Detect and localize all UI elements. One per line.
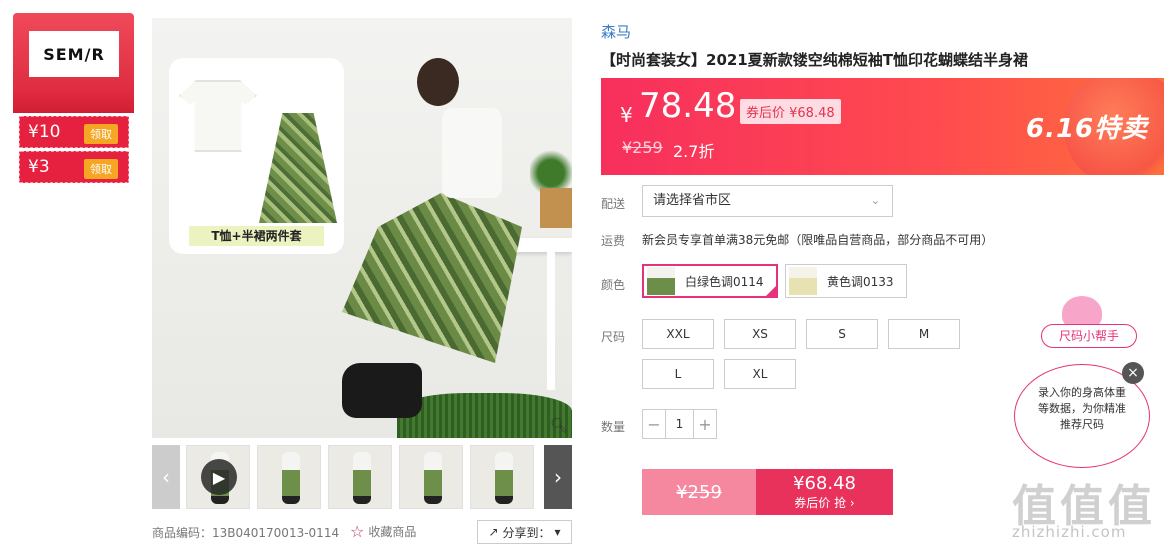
buy-original-price[interactable]: ¥259	[642, 469, 756, 515]
color-label: 颜色	[601, 278, 626, 292]
thumb-next-button[interactable]: ›	[544, 445, 572, 509]
close-icon[interactable]: ×	[1122, 362, 1144, 384]
thumbnail[interactable]	[399, 445, 463, 509]
store-card-fold	[13, 89, 134, 113]
quantity-label: 数量	[601, 420, 626, 434]
watermark-url: zhizhizhi.com	[1012, 523, 1127, 541]
size-option-m[interactable]: M	[888, 319, 960, 349]
product-title: 【时尚套装女】2021夏新款镂空纯棉短袖T恤印花蝴蝶结半身裙	[601, 51, 1028, 69]
color-option-white-green[interactable]: 白绿色调0114	[642, 264, 778, 298]
delivery-label: 配送	[601, 197, 626, 211]
promo-label: 6.16特卖	[1026, 114, 1149, 144]
price-box: ¥ 78.48 券后价 ¥68.48 ¥259 2.7折 6.16特卖	[601, 78, 1164, 175]
thumbnail[interactable]	[257, 445, 321, 509]
zoom-icon[interactable]: 🔍︎	[550, 418, 568, 434]
quantity-minus-button[interactable]: −	[643, 410, 665, 438]
coupon-claim-button[interactable]: 领取	[84, 159, 118, 179]
share-icon: ↗	[488, 525, 499, 539]
star-icon: ☆	[350, 522, 365, 541]
color-option-label: 白绿色调0114	[685, 274, 764, 289]
size-option-s[interactable]: S	[806, 319, 878, 349]
coupon-value: ¥10	[28, 122, 61, 142]
shipping-label: 运费	[601, 234, 626, 248]
region-select[interactable]: 请选择省市区 ⌄	[642, 185, 893, 217]
chevron-right-icon: ›	[554, 465, 562, 489]
coupon-10[interactable]: ¥10 领取	[19, 116, 129, 148]
discount-label: 2.7折	[673, 142, 715, 161]
color-option-yellow[interactable]: 黄色调0133	[785, 264, 907, 298]
size-option-xl[interactable]: XL	[724, 359, 796, 389]
shipping-text: 新会员专享首单满38元免邮（限唯品自营商品，部分商品不可用）	[642, 233, 994, 247]
share-label: 分享到：	[502, 525, 551, 540]
model-boots-image	[342, 363, 422, 418]
buy-coupon-action: 券后价 抢 ›	[794, 496, 855, 510]
play-icon[interactable]: ▶	[201, 459, 237, 495]
caret-down-icon: ▾	[554, 525, 561, 539]
chevron-left-icon: ‹	[162, 465, 170, 489]
quantity-input[interactable]: 1	[665, 410, 694, 438]
after-coupon-badge: 券后价 ¥68.48	[740, 99, 841, 124]
product-code: 商品编码：13B040170013-0114	[152, 526, 340, 540]
chevron-down-icon: ⌄	[870, 194, 880, 207]
thumb-prev-button[interactable]: ‹	[152, 445, 180, 509]
model-shirt-image	[442, 108, 502, 198]
currency-symbol: ¥	[620, 103, 633, 127]
quantity-stepper: − 1 +	[642, 409, 717, 439]
size-option-l[interactable]: L	[642, 359, 714, 389]
color-option-label: 黄色调0133	[827, 274, 894, 289]
buy-coupon-price: ¥68.48	[793, 473, 856, 494]
set-label: T恤+半裙两件套	[189, 226, 324, 246]
share-button[interactable]: ↗ 分享到： ▾	[477, 520, 572, 544]
table-leg-image	[547, 250, 555, 390]
thumbnail[interactable]	[328, 445, 392, 509]
region-select-value: 请选择省市区	[653, 193, 732, 208]
store-logo[interactable]: SEM/R	[29, 31, 119, 77]
main-product-image[interactable]: T恤+半裙两件套 🔍︎	[152, 18, 572, 438]
size-label: 尺码	[601, 330, 626, 344]
size-helper-tag[interactable]: 尺码小帮手	[1041, 324, 1137, 348]
plant-pot-image	[540, 188, 572, 228]
coupon-claim-button[interactable]: 领取	[84, 124, 118, 144]
skirt-image	[259, 113, 337, 223]
coupon-3[interactable]: ¥3 领取	[19, 151, 129, 183]
original-price: ¥259	[622, 138, 663, 157]
set-inset-card: T恤+半裙两件套	[169, 58, 344, 254]
model-head-image	[417, 58, 459, 106]
color-swatch	[789, 267, 817, 295]
tshirt-image	[179, 80, 257, 152]
grass-image	[397, 393, 572, 438]
coupon-value: ¥3	[28, 157, 50, 177]
color-swatch	[647, 267, 675, 295]
thumbnail[interactable]	[470, 445, 534, 509]
selected-check-icon	[763, 284, 778, 298]
favorite-label: 收藏商品	[368, 525, 417, 539]
current-price: 78.48	[639, 86, 737, 126]
model-skirt-image	[342, 193, 522, 363]
quantity-plus-button[interactable]: +	[694, 410, 716, 438]
buy-with-coupon-button[interactable]: ¥68.48 券后价 抢 ›	[756, 469, 893, 515]
store-card[interactable]: SEM/R	[13, 13, 134, 113]
size-option-xs[interactable]: XS	[724, 319, 796, 349]
favorite-button[interactable]: ☆ 收藏商品	[350, 522, 416, 541]
size-option-xxl[interactable]: XXL	[642, 319, 714, 349]
brand-link[interactable]: 森马	[601, 21, 631, 42]
